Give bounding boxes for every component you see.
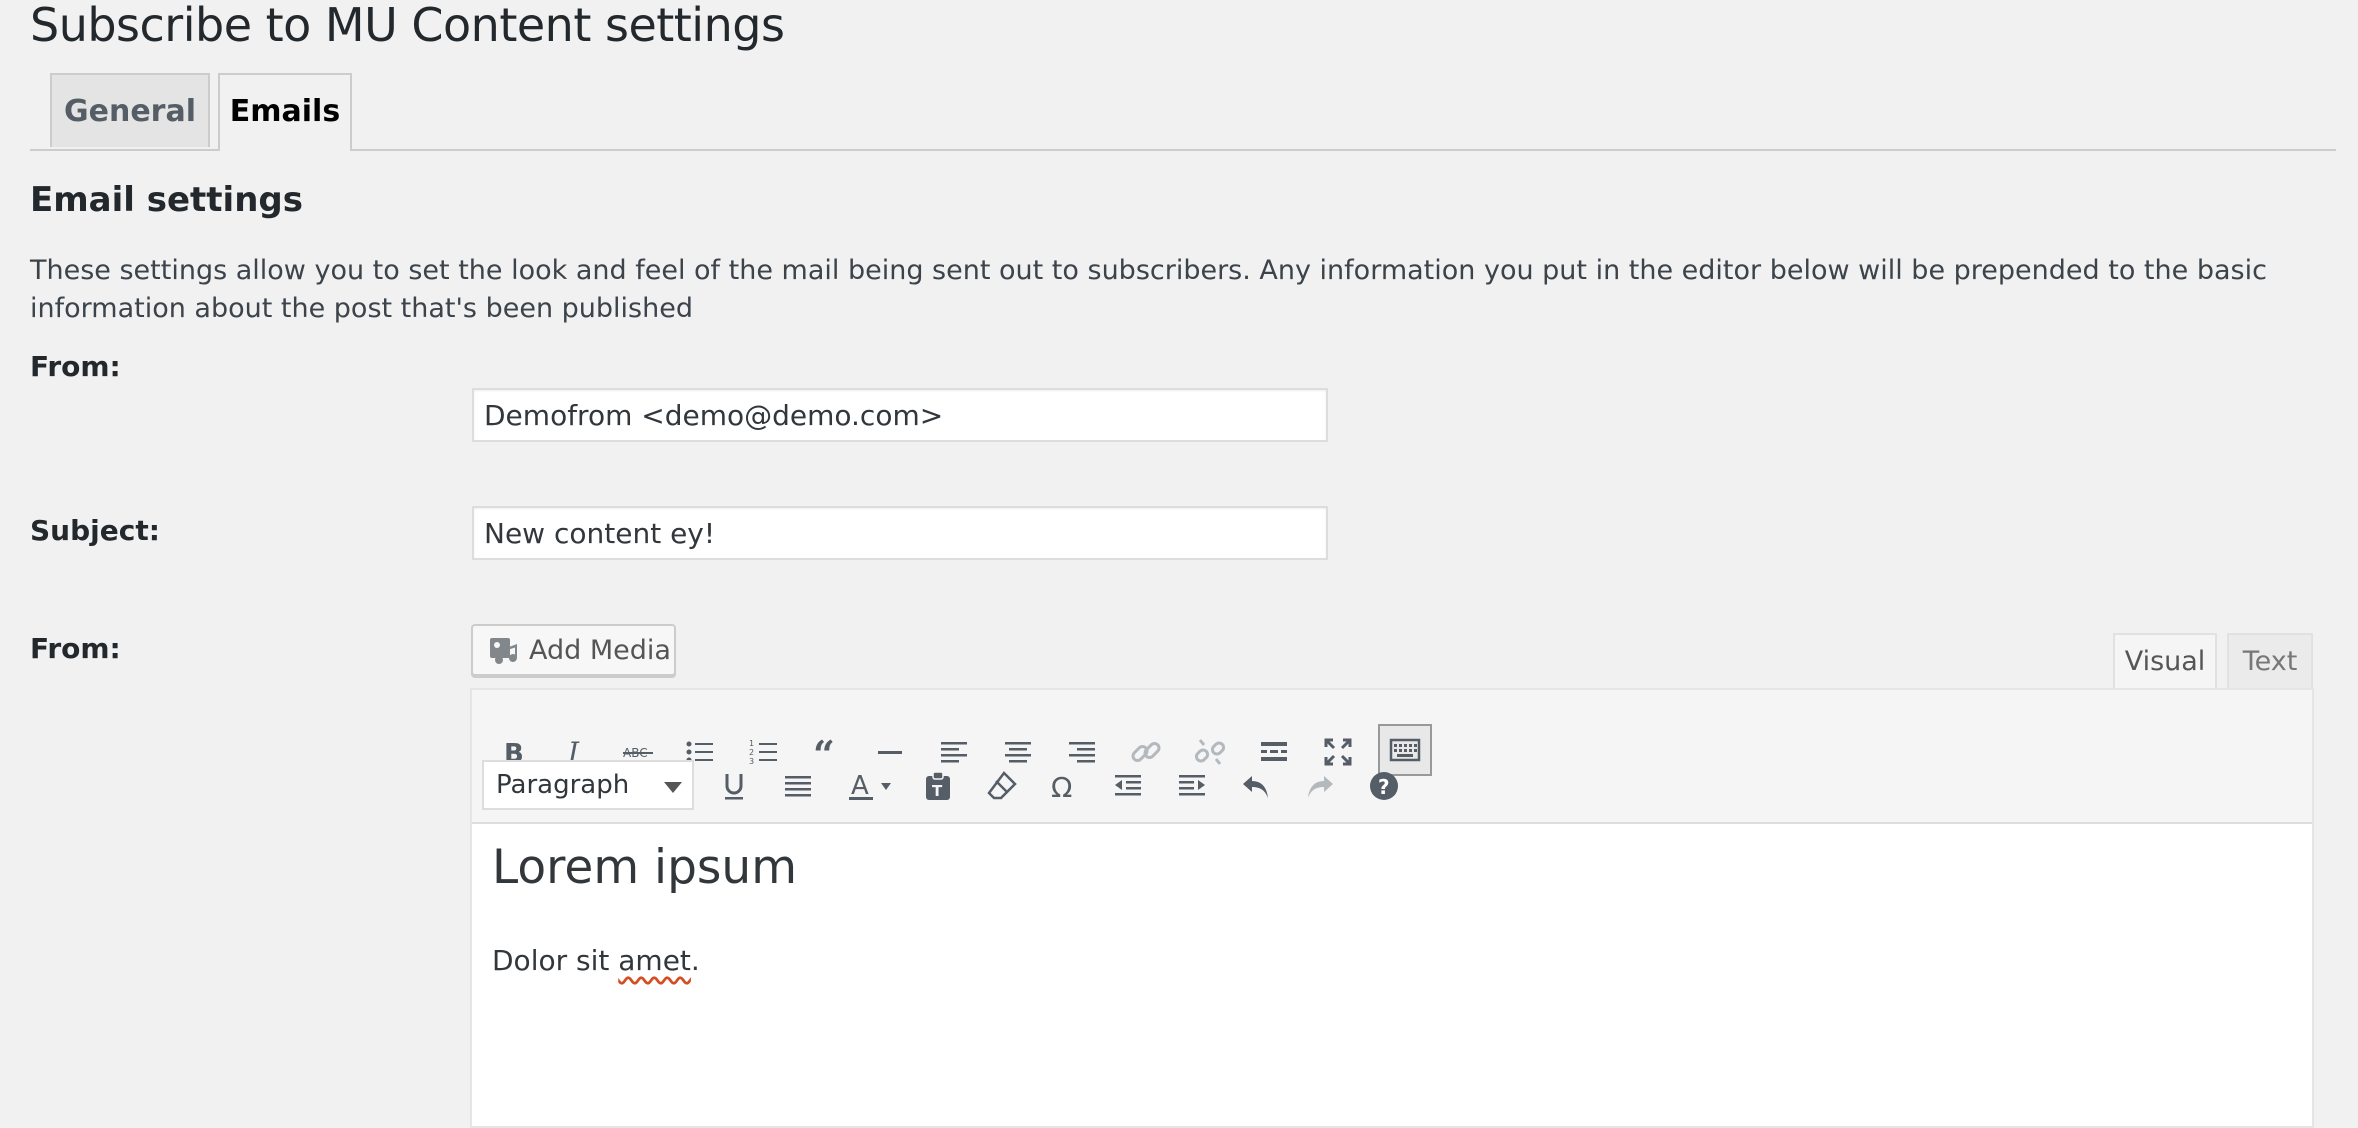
svg-text:2: 2 [749, 748, 754, 757]
indent-button[interactable] [1166, 760, 1218, 812]
section-title: Email settings [30, 180, 303, 220]
tab-emails[interactable]: Emails [218, 73, 352, 151]
page-title: Subscribe to MU Content settings [30, 0, 785, 52]
redo-icon [1308, 776, 1333, 798]
special-character-button[interactable]: Ω [1038, 760, 1090, 812]
justify-button[interactable] [772, 760, 824, 812]
content-heading: Lorem ipsum [492, 840, 797, 895]
editor-toolbar: B I ABC 123 “ Paragraph A T Ω ? [472, 690, 2312, 824]
underline-icon [725, 774, 743, 800]
rich-text-editor: B I ABC 123 “ Paragraph A T Ω ? Lorem ip… [470, 688, 2314, 1128]
outdent-icon [1115, 775, 1141, 796]
content-paragraph: Dolor sit amet. [492, 944, 700, 977]
undo-icon [1243, 776, 1268, 798]
svg-text:T: T [932, 782, 943, 800]
underline-button[interactable] [708, 760, 760, 812]
editor-content-area[interactable]: Lorem ipsum Dolor sit amet. [472, 824, 2312, 1126]
body-label: From: [30, 632, 121, 665]
from-input[interactable] [472, 388, 1328, 442]
add-media-label: Add Media [529, 634, 671, 666]
svg-text:A: A [851, 771, 869, 801]
text-color-button[interactable]: A [834, 760, 908, 812]
undo-button[interactable] [1230, 760, 1282, 812]
text-color-icon: A [849, 771, 891, 801]
outdent-button[interactable] [1102, 760, 1154, 812]
subject-label: Subject: [30, 514, 160, 547]
tab-text[interactable]: Text [2227, 633, 2313, 689]
paste-text-icon: T [926, 771, 950, 800]
settings-tabs: General Emails [30, 73, 2336, 151]
content-text-after: . [690, 944, 700, 977]
indent-icon [1179, 775, 1205, 796]
justify-icon [785, 776, 811, 797]
svg-text:1: 1 [749, 739, 754, 748]
section-description: These settings allow you to set the look… [30, 255, 2267, 324]
svg-text:Ω: Ω [1051, 771, 1072, 802]
help-button[interactable]: ? [1358, 760, 1410, 812]
chevron-down-icon [664, 782, 682, 793]
clear-formatting-icon [987, 771, 1017, 800]
redo-button[interactable] [1294, 760, 1346, 812]
svg-text:?: ? [1378, 775, 1390, 799]
media-icon [490, 638, 517, 664]
misspelled-word: amet [618, 944, 691, 977]
clear-formatting-button[interactable] [976, 760, 1028, 812]
subject-input[interactable] [472, 506, 1328, 560]
format-select[interactable]: Paragraph [482, 760, 694, 810]
tab-general[interactable]: General [50, 73, 210, 147]
content-text-before: Dolor sit [492, 944, 619, 977]
special-character-icon: Ω [1051, 771, 1072, 802]
add-media-button[interactable]: Add Media [471, 624, 676, 676]
format-select-value: Paragraph [496, 770, 630, 800]
help-icon: ? [1370, 772, 1398, 800]
from-label: From: [30, 350, 121, 383]
tab-visual[interactable]: Visual [2113, 633, 2217, 689]
paste-text-button[interactable]: T [912, 760, 964, 812]
